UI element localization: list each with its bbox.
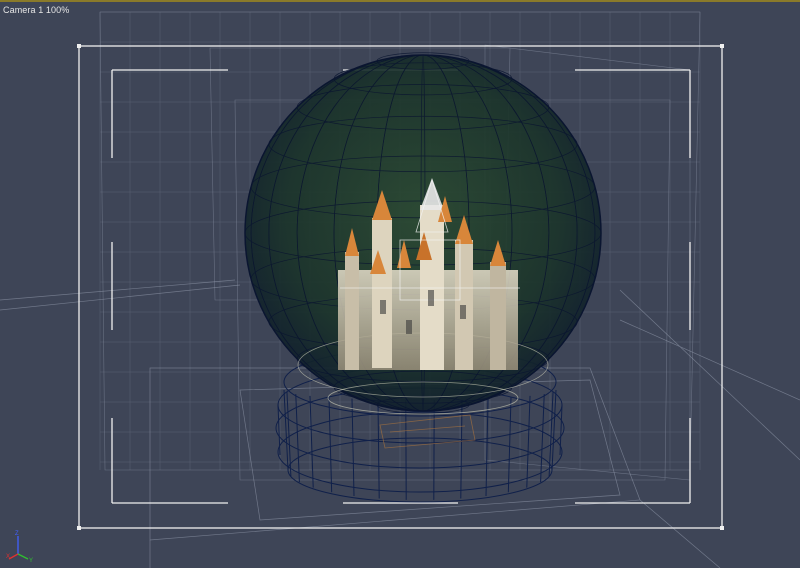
- base-rib-line: [485, 398, 489, 496]
- axis-gizmo: Z X Y: [6, 531, 33, 562]
- base-rib-line: [328, 397, 333, 493]
- axis-y-label: Y: [29, 558, 33, 562]
- axis-z-label: Z: [15, 531, 19, 537]
- axis-x-label: X: [6, 554, 10, 560]
- base-rib-line: [507, 397, 512, 493]
- base-rib-line: [309, 395, 314, 488]
- base-rib-line: [351, 398, 355, 496]
- scene-render[interactable]: [0, 0, 800, 568]
- 3d-viewport[interactable]: Camera 1 100% Z X Y: [0, 0, 800, 568]
- base-rib-line: [526, 395, 531, 488]
- viewport-camera-label: Camera 1 100%: [3, 5, 70, 15]
